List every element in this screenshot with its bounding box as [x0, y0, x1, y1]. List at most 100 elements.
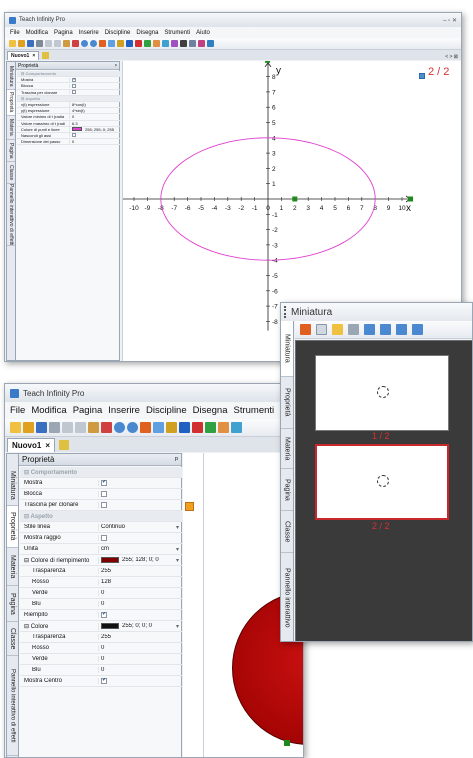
- pin-tool-icon[interactable]: [135, 40, 142, 47]
- property-row[interactable]: Mostra: [20, 478, 182, 489]
- mini-new-page-icon[interactable]: [332, 324, 343, 335]
- property-value[interactable]: [98, 535, 182, 541]
- bottom-doc-tab[interactable]: Nuovo1 ×: [7, 438, 56, 452]
- top-nav-controls[interactable]: < > ⊠: [445, 54, 458, 60]
- bottom-highlighter-icon[interactable]: [218, 422, 229, 433]
- menu-file[interactable]: File: [7, 30, 23, 36]
- color-swatch[interactable]: [72, 127, 82, 132]
- menu-pagina[interactable]: Pagina: [51, 30, 76, 36]
- bottom-menu-discipline[interactable]: Discipline: [143, 405, 190, 416]
- property-value[interactable]: 255; 128; 0; 0 ▾: [98, 556, 182, 564]
- property-row[interactable]: Stile linea Continuo ▾: [20, 522, 182, 533]
- property-row[interactable]: Trascina per clonare: [20, 500, 182, 511]
- mini-vtab-proprieta[interactable]: Proprietà: [281, 377, 293, 429]
- bottom-paste-icon[interactable]: [88, 422, 99, 433]
- bottom-pointer-icon[interactable]: [179, 422, 190, 433]
- property-row[interactable]: Mostra raggio: [20, 533, 182, 544]
- thumbnail-page-2[interactable]: [315, 444, 449, 520]
- property-value[interactable]: 255: [98, 568, 182, 574]
- mini-export-icon[interactable]: [412, 324, 423, 335]
- clone-icon[interactable]: [108, 40, 115, 47]
- window-controls[interactable]: – ▫ ✕: [443, 17, 457, 24]
- property-value[interactable]: 255: [98, 634, 182, 640]
- mini-move-up-icon[interactable]: [380, 324, 391, 335]
- undo-icon[interactable]: [81, 40, 88, 47]
- graph-tool-icon[interactable]: [207, 40, 214, 47]
- mini-vtab-pagina[interactable]: Pagina: [281, 469, 293, 511]
- property-checkbox[interactable]: [72, 90, 76, 95]
- print-icon[interactable]: [36, 40, 43, 47]
- eraser-icon[interactable]: [144, 40, 151, 47]
- property-value[interactable]: 0: [69, 114, 120, 120]
- table-tool-icon[interactable]: [189, 40, 196, 47]
- property-checkbox[interactable]: [101, 480, 107, 486]
- property-row[interactable]: Riempito: [20, 610, 182, 621]
- property-row[interactable]: Dimensione del passo 0: [17, 139, 120, 146]
- copy-icon[interactable]: [54, 40, 61, 47]
- color-swatch[interactable]: [101, 623, 119, 629]
- property-value[interactable]: Continuo ▾: [98, 523, 182, 531]
- mini-vtab-materia[interactable]: Materia: [281, 429, 293, 469]
- mini-vtab-classe[interactable]: Classe: [281, 511, 293, 553]
- property-value[interactable]: [98, 678, 182, 684]
- bottom-save-icon[interactable]: [36, 422, 47, 433]
- property-row[interactable]: Blu 0: [20, 665, 182, 676]
- property-value[interactable]: [69, 83, 120, 88]
- new-icon[interactable]: [9, 40, 16, 47]
- property-row[interactable]: Trasparenza 255: [20, 632, 182, 643]
- bottom-menu-file[interactable]: File: [7, 405, 28, 416]
- redo-icon[interactable]: [90, 40, 97, 47]
- mini-vtab-pannello[interactable]: Pannello interattivo: [281, 553, 293, 641]
- graph-handle-x[interactable]: [292, 196, 298, 202]
- property-value[interactable]: 0: [98, 645, 182, 651]
- property-value[interactable]: [98, 502, 182, 508]
- save-icon[interactable]: [27, 40, 34, 47]
- property-checkbox[interactable]: [72, 133, 76, 138]
- property-checkbox[interactable]: [72, 77, 76, 82]
- bottom-select-icon[interactable]: [140, 422, 151, 433]
- mini-pointer-icon[interactable]: [300, 324, 311, 335]
- property-checkbox[interactable]: [101, 535, 107, 541]
- property-value[interactable]: 0: [98, 590, 182, 596]
- line-tool-icon[interactable]: [180, 40, 187, 47]
- property-value[interactable]: [98, 612, 182, 618]
- property-value[interactable]: 4*sin(t): [69, 108, 120, 114]
- bottom-undo-icon[interactable]: [114, 422, 125, 433]
- color-swatch[interactable]: [101, 557, 119, 563]
- top-doc-tab[interactable]: Nuovo1 ×: [7, 51, 40, 60]
- dropdown-arrow-icon[interactable]: ▾: [176, 557, 182, 564]
- property-value[interactable]: 128: [98, 579, 182, 585]
- bottom-menu-strumenti[interactable]: Strumenti: [230, 405, 277, 416]
- property-value[interactable]: 0: [69, 139, 120, 145]
- paste-icon[interactable]: [63, 40, 70, 47]
- image-tool-icon[interactable]: [198, 40, 205, 47]
- bottom-menu-disegna[interactable]: Disegna: [190, 405, 231, 416]
- property-value[interactable]: [69, 77, 120, 82]
- property-value[interactable]: cm ▾: [98, 545, 182, 553]
- bottom-new-icon[interactable]: [10, 422, 21, 433]
- bottom-doc-tab-close-icon[interactable]: ×: [45, 441, 50, 450]
- graph-handle-top[interactable]: [265, 61, 270, 63]
- bottom-vtab-pannello[interactable]: Pannello interattivo di effetti: [7, 656, 18, 756]
- dropdown-arrow-icon[interactable]: ▾: [176, 623, 182, 630]
- highlighter-icon[interactable]: [153, 40, 160, 47]
- property-row[interactable]: Verde 0: [20, 654, 182, 665]
- property-value[interactable]: 255; 0; 0; 0 ▾: [98, 622, 182, 630]
- property-checkbox[interactable]: [101, 502, 107, 508]
- move-handle-icon[interactable]: [185, 502, 194, 511]
- menu-aiuto[interactable]: Aiuto: [193, 30, 213, 36]
- bottom-print-icon[interactable]: [49, 422, 60, 433]
- doc-tab-close-icon[interactable]: ×: [32, 53, 35, 59]
- thumbnail-page-1[interactable]: [315, 355, 449, 431]
- property-checkbox[interactable]: [101, 491, 107, 497]
- property-checkbox[interactable]: [101, 678, 107, 684]
- bottom-vtab-proprieta[interactable]: Proprietà: [7, 506, 18, 548]
- property-row[interactable]: Blu 0: [20, 599, 182, 610]
- top-vtab-proprieta[interactable]: Proprietà: [7, 90, 15, 116]
- bottom-vtab-classe[interactable]: Classe: [7, 622, 18, 656]
- bottom-redo-icon[interactable]: [127, 422, 138, 433]
- open-icon[interactable]: [18, 40, 25, 47]
- dropdown-arrow-icon[interactable]: ▾: [176, 546, 182, 553]
- mini-move-down-icon[interactable]: [396, 324, 407, 335]
- property-checkbox[interactable]: [72, 83, 76, 88]
